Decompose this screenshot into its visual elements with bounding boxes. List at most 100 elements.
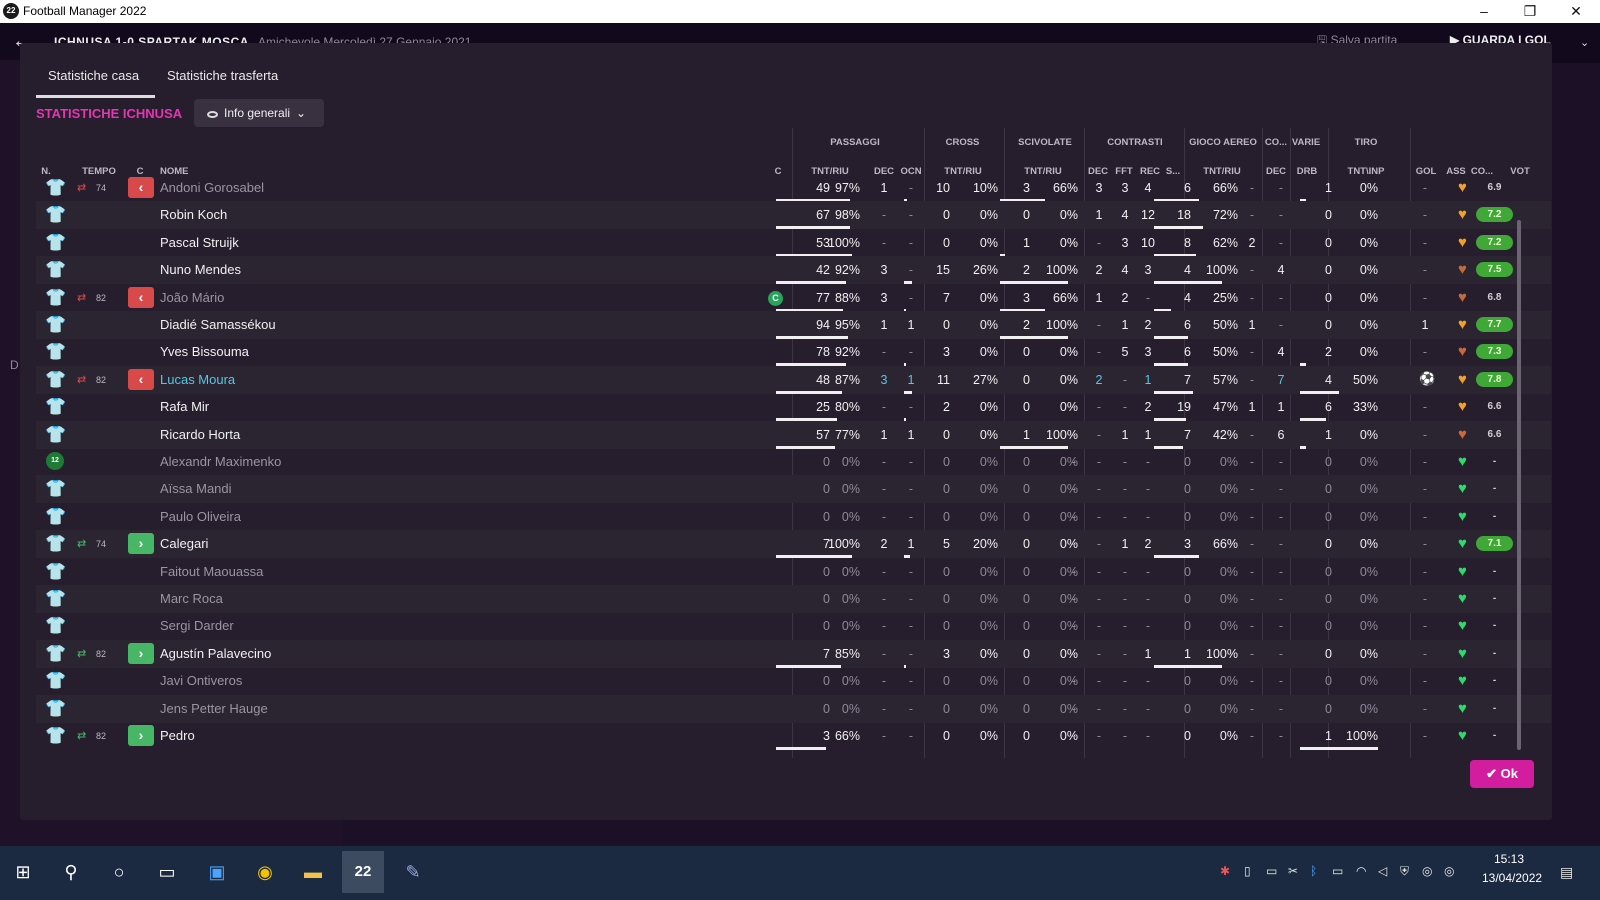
player-name[interactable]: Paulo Oliveira	[160, 509, 241, 524]
clock-date[interactable]: 13/04/2022	[1482, 871, 1542, 885]
table-row[interactable]: 12 Alexandr Maximenko 0 0% - -0 0% 0 0% - - - -0 0% - -…	[36, 448, 1551, 476]
table-row[interactable]: 👕 Aïssa Mandi 0 0% - -0 0% 0 0% - - - -0 0% - -0 0% - ♥ -	[36, 475, 1551, 504]
restore-icon[interactable]: ❐	[1508, 0, 1552, 23]
dribbles: -	[1278, 701, 1284, 716]
condition-heart-icon: ♥	[1458, 206, 1467, 224]
player-name[interactable]: Ricardo Horta	[160, 427, 240, 442]
pass-dec: 3	[880, 372, 888, 387]
cross-pct: 26%	[972, 263, 998, 278]
football-manager-taskbar-icon[interactable]: 22	[342, 851, 384, 893]
chevron-down-icon[interactable]: ⌄	[1580, 36, 1589, 49]
battery-icon[interactable]: ▭	[1332, 864, 1343, 878]
table-row[interactable]: 👕 Nuno Mendes 42 92% 3-15 26% 2 100% -2 4 3 4 100% -4…	[36, 256, 1551, 285]
player-name[interactable]: Marc Roca	[160, 591, 223, 606]
usb-icon[interactable]: ▯	[1244, 864, 1251, 878]
shirt-icon: 👕	[45, 698, 67, 718]
table-row[interactable]: 👕 Paulo Oliveira 0 0% - -0 0% 0 0% - - - -0 0% - -0 0% - ♥…	[36, 503, 1551, 531]
table-row[interactable]: 👕 ⇄ 82 › Agustín Palavecino 7 85% - -3 0% 0 0% - - -1 1…	[36, 639, 1551, 668]
table-scrollbar[interactable]	[1517, 220, 1521, 750]
condition-heart-icon: ♥	[1458, 727, 1467, 744]
table-row[interactable]: 👕 ⇄ 74 › Calegari 7 100% 2 1 5 20% 0 0% - -1 2 3 66% - -0 0%…	[36, 530, 1551, 559]
assists: -	[1422, 400, 1428, 415]
chrome-icon[interactable]: ◉	[244, 851, 286, 893]
remote-desktop-icon[interactable]: ▣	[196, 851, 238, 893]
player-name[interactable]: Robin Koch	[160, 207, 227, 222]
tackle-s: 1	[1144, 372, 1152, 387]
table-row[interactable]: 👕 Robin Koch 67 98% - -0 0% 0 0% -1 4 12 18 72% - -0 0% -…	[36, 201, 1551, 230]
tray-app-icon[interactable]: ✱	[1220, 864, 1230, 878]
table-row[interactable]: 👕 ⇄ 74 ‹ Andoni Gorosabel 49 97% 1-10 10% 3 66% -3 3…	[36, 174, 1551, 202]
table-row[interactable]: 👕 Javi Ontiveros 0 0% - -0 0% 0 0% - - - -0 0% - -0 0% - ♥…	[36, 667, 1551, 695]
table-row[interactable]: 👕 Diadié Samassékou 94 95% 1 1 0 0% 2 100% - -1 2 6 50…	[36, 311, 1551, 339]
table-row[interactable]: 👕 Pascal Struijk 53 100% - -0 0% 1 0% - -3 10 8 62% 2-…	[36, 229, 1551, 257]
dribbles: -	[1278, 564, 1284, 579]
shot-pct: 0%	[1359, 181, 1378, 195]
table-row[interactable]: 👕 Yves Bissouma 78 92% - -3 0% 0 0% - -5 3 6 50% -4 2 0%…	[36, 338, 1551, 367]
shot-pct: 0%	[1359, 482, 1378, 497]
file-explorer-icon[interactable]: ▬	[292, 851, 334, 893]
table-row[interactable]: 👕 Faitout Maouassa 0 0% - -0 0% 0 0% - - - -0 0% - -0 0%…	[36, 558, 1551, 586]
table-row[interactable]: 👕 Jens Petter Hauge 0 0% - -0 0% 0 0% - - - -0 0% - -0 0…	[36, 694, 1551, 723]
subbed-on-badge: ›	[128, 642, 154, 664]
tab-home-stats[interactable]: Statistiche casa	[48, 68, 139, 83]
player-name[interactable]: João Mário	[160, 290, 224, 305]
steam-icon[interactable]: ◎	[1422, 864, 1432, 878]
info-dropdown[interactable]: Info generali ⌄	[194, 99, 324, 127]
steam-alt-icon[interactable]: ◎	[1444, 864, 1454, 878]
player-name[interactable]: Agustín Palavecino	[160, 646, 271, 661]
display-icon[interactable]: ▭	[1266, 864, 1277, 878]
tab-away-stats[interactable]: Statistiche trasferta	[167, 68, 278, 83]
dribbles: 4	[1277, 263, 1285, 278]
player-name[interactable]: Jens Petter Hauge	[160, 701, 268, 716]
table-row[interactable]: 👕 Ricardo Horta 57 77% 1 1 0 0% 1 100% - -1 1 7 42% -6 1…	[36, 420, 1551, 449]
table-row[interactable]: 👕 ⇄ 82 ‹ João Mário C 77 88% 3-7 0% 3 66% -1 2-4 25% - -…	[36, 284, 1551, 312]
player-name[interactable]: Alexandr Maximenko	[160, 454, 281, 469]
table-row[interactable]: 👕 ⇄ 82 ‹ Lucas Moura 48 87% 3 1 11 27% 0 0% -2-1 7 57% -…	[36, 365, 1551, 394]
notifications-icon[interactable]: ▤	[1560, 864, 1573, 881]
player-name[interactable]: Yves Bissouma	[160, 344, 249, 359]
tackle-s: 12	[1141, 208, 1155, 223]
player-name[interactable]: Calegari	[160, 536, 208, 551]
player-name[interactable]: Aïssa Mandi	[160, 481, 232, 496]
wifi-icon[interactable]: ◠	[1356, 864, 1366, 878]
player-name[interactable]: Rafa Mir	[160, 399, 209, 414]
player-name[interactable]: Andoni Gorosabel	[160, 180, 264, 195]
player-name[interactable]: Diadié Samassékou	[160, 317, 276, 332]
search-icon[interactable]: ⚲	[50, 851, 92, 893]
tackle-rec: 2	[1121, 290, 1129, 305]
tackle-fft: 3	[1095, 181, 1103, 195]
player-name[interactable]: Sergi Darder	[160, 618, 234, 633]
task-view-icon[interactable]: ▭	[146, 851, 188, 893]
shield-icon[interactable]: ⛨	[1400, 864, 1409, 879]
tackle-rec: 5	[1121, 345, 1129, 360]
player-name[interactable]: Javi Ontiveros	[160, 673, 242, 688]
aerial-pct: 0%	[1219, 509, 1238, 524]
tray-tool-icon[interactable]: ✂	[1288, 864, 1298, 878]
close-icon[interactable]: ✕	[1554, 0, 1598, 23]
minimize-icon[interactable]: –	[1462, 0, 1506, 23]
player-name[interactable]: Faitout Maouassa	[160, 564, 263, 579]
table-row[interactable]: 👕 Marc Roca 0 0% - -0 0% 0 0% - - - -0 0% - -0 0% - ♥ -	[36, 585, 1551, 613]
player-name[interactable]: Pedro	[160, 728, 195, 743]
clock-time[interactable]: 15:13	[1494, 852, 1524, 866]
player-name[interactable]: Pascal Struijk	[160, 235, 239, 250]
assists: -	[1422, 537, 1428, 552]
aerial-pct: 47%	[1212, 400, 1238, 415]
player-name[interactable]: Nuno Mendes	[160, 262, 241, 277]
table-row[interactable]: 👕 ⇄ 82 › Pedro 3 66% - -0 0% 0 0% - - - -0 0% - -1 100% - ♥ -	[36, 722, 1551, 750]
player-name[interactable]: Lucas Moura	[160, 372, 235, 387]
ok-button[interactable]: ✔ Ok	[1470, 760, 1534, 788]
pass-dec: -	[881, 564, 887, 579]
bluetooth-icon[interactable]: ᛒ	[1310, 864, 1317, 878]
cortana-icon[interactable]: ○	[98, 851, 140, 893]
tackle-fft: -	[1096, 619, 1102, 634]
shirt-icon: 👕	[45, 561, 67, 581]
tackle-fft: -	[1096, 564, 1102, 579]
cross-pct: 0%	[979, 674, 998, 689]
windows-start-icon[interactable]: ⊞	[2, 851, 44, 893]
table-row[interactable]: 👕 Rafa Mir 25 80% - -2 0% 0 0% - - -2 19 47% 1 1 6 33% - ♥ 6…	[36, 393, 1551, 422]
paint-icon[interactable]: ✎	[392, 851, 434, 893]
pass-pct: 97%	[834, 181, 860, 195]
volume-icon[interactable]: ◁	[1378, 864, 1387, 878]
table-row[interactable]: 👕 Sergi Darder 0 0% - -0 0% 0 0% - - - -0 0% - -0 0% - ♥ -	[36, 612, 1551, 640]
